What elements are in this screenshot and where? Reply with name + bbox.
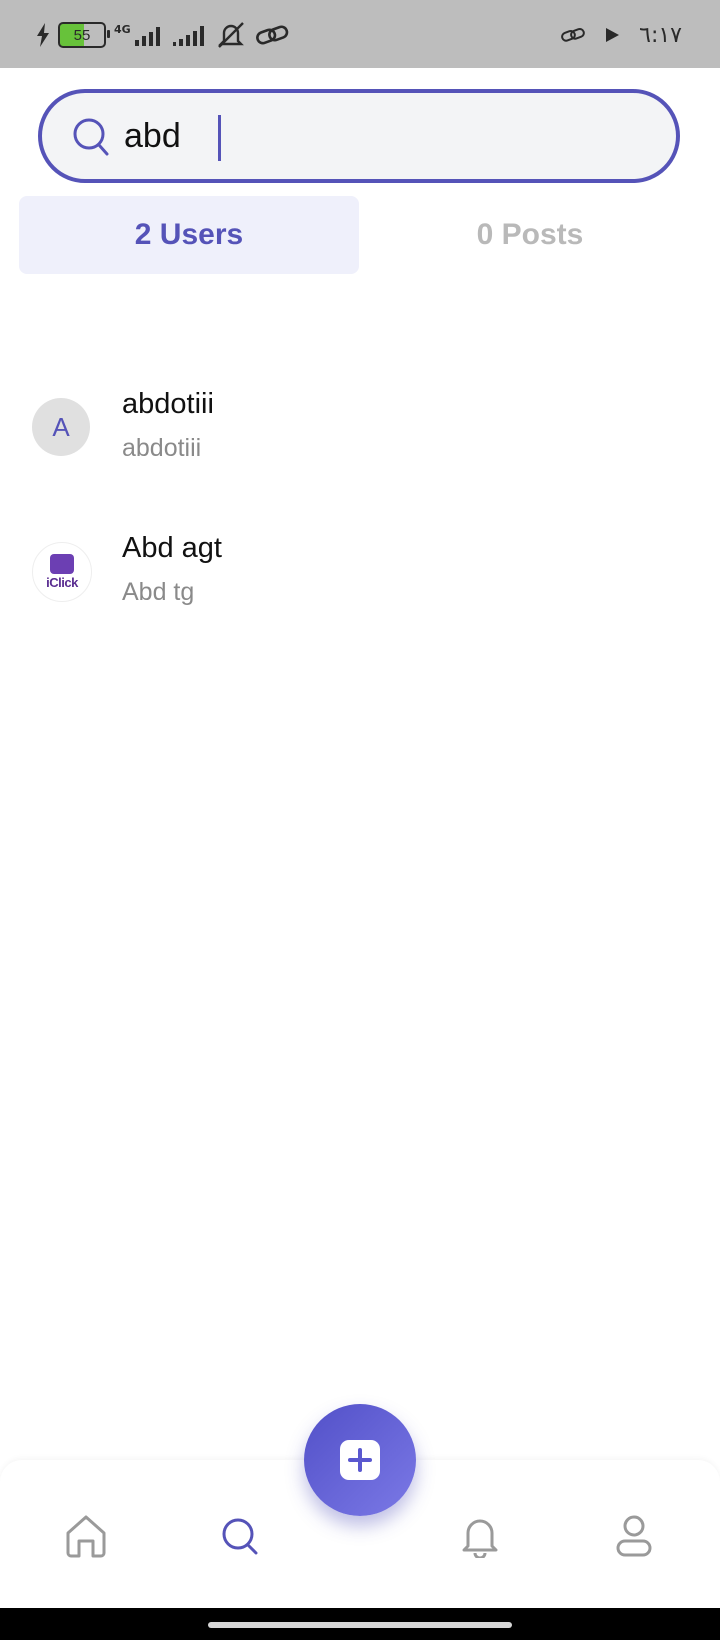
charging-icon [37,23,49,47]
bell-muted-icon [217,22,244,48]
avatar[interactable]: A [32,398,90,456]
text-cursor [218,115,221,161]
tab-posts-label: 0 Posts [476,218,584,251]
user-name: Abd agt [122,532,222,564]
avatar-logo-text: iClick [46,575,78,590]
signal-icon [134,27,160,46]
play-icon [606,28,620,42]
clock: ٦:١٧ [639,22,682,48]
user-result-row[interactable]: iClick Abd agt Abd tg [0,510,720,630]
search-icon [222,1518,258,1555]
add-post-button[interactable] [304,1404,416,1516]
status-bar: 55 4G ٦:١٧ [0,0,720,68]
user-handle: abdotiii [122,434,202,462]
nav-search[interactable] [212,1508,268,1564]
nav-notifications[interactable] [452,1508,508,1564]
tab-users[interactable]: 2 Users [19,196,359,274]
user-name: abdotiii [122,388,214,420]
avatar[interactable]: iClick [32,542,92,602]
home-icon [66,1515,106,1558]
nav-home[interactable] [58,1508,114,1564]
user-result-row[interactable]: A abdotiii abdotiii [0,366,720,486]
network-type: 4G [114,22,131,36]
iclick-logo-icon [50,554,74,574]
search-bar[interactable] [38,89,680,183]
battery-level: 55 [73,26,91,44]
link-icon-small [561,27,585,42]
search-icon [73,118,109,156]
user-handle: Abd tg [122,578,195,606]
tab-users-label: 2 Users [134,218,244,251]
add-icon [340,1440,380,1480]
profile-icon [616,1515,652,1557]
system-nav-bar [0,1608,720,1640]
signal-icon-2 [172,26,204,46]
link-icon [255,25,288,45]
bell-icon [462,1519,498,1558]
search-input[interactable] [124,107,644,165]
nav-profile[interactable] [606,1508,662,1564]
battery-icon: 55 [58,22,110,48]
status-icons-right: ٦:١٧ [561,20,682,50]
tab-posts[interactable]: 0 Posts [360,196,700,274]
status-icons-left: 55 4G [36,20,289,50]
home-indicator[interactable] [208,1622,512,1628]
avatar-letter: A [52,411,70,442]
